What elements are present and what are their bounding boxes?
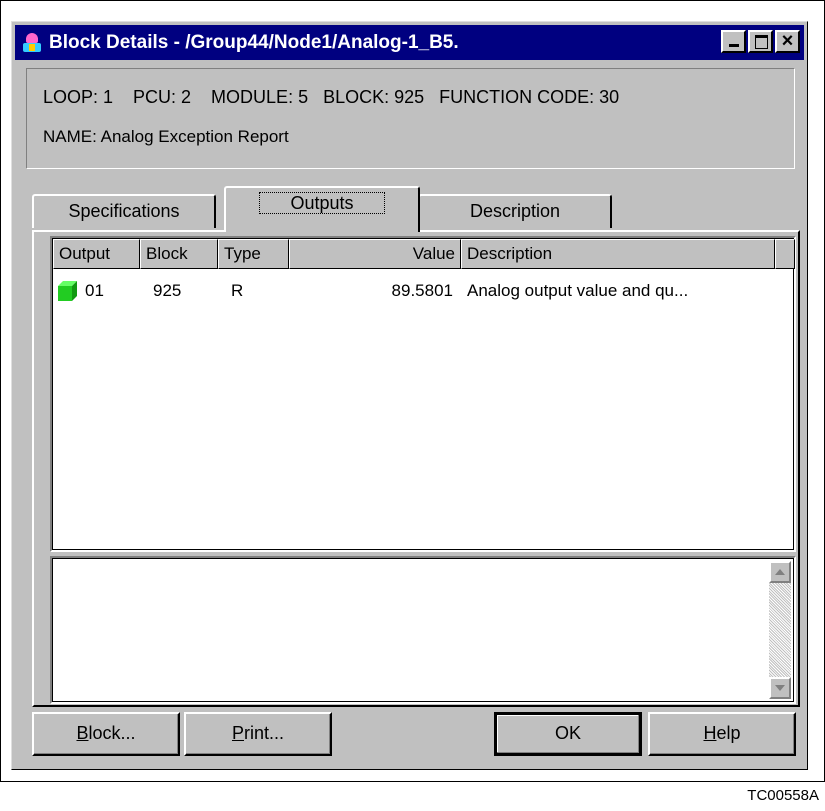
print-button-mnemonic: P — [231, 723, 244, 743]
block-details-dialog: Block Details - /Group44/Node1/Analog-1_… — [11, 21, 808, 770]
block-name-line: NAME: Analog Exception Report — [43, 127, 289, 146]
cell-value: 89.5801 — [391, 281, 453, 300]
block-details-app-icon — [21, 32, 43, 54]
green-cube-icon — [58, 281, 77, 301]
print-button[interactable]: Print... — [184, 712, 332, 756]
block-button[interactable]: Block... — [32, 712, 180, 756]
tab-specifications[interactable]: Specifications — [32, 194, 216, 228]
block-button-label: lock... — [88, 723, 136, 743]
cell-description: Analog output value and qu... — [467, 281, 689, 300]
tab-outputs-label: Outputs — [259, 192, 385, 214]
arrow-up-icon — [775, 569, 785, 575]
column-header-description[interactable]: Description — [461, 239, 775, 269]
scroll-down-button[interactable] — [769, 677, 791, 699]
column-header-output[interactable]: Output — [53, 239, 140, 269]
help-button[interactable]: Help — [648, 712, 796, 756]
close-button[interactable]: × — [775, 30, 800, 53]
cell-type: R — [231, 281, 244, 300]
tab-description-label: Description — [469, 201, 561, 221]
column-header-block[interactable]: Block — [140, 239, 218, 269]
outputs-tab-panel: Output Block Type Value Description 01 9… — [32, 230, 800, 707]
outputs-list[interactable]: Output Block Type Value Description 01 9… — [50, 236, 796, 552]
block-address-line: LOOP: 1 PCU: 2 MODULE: 5 BLOCK: 925 FUNC… — [43, 87, 620, 107]
window-title: Block Details - /Group44/Node1/Analog-1_… — [49, 31, 459, 53]
minimize-button[interactable] — [721, 30, 746, 53]
block-info-panel: LOOP: 1 PCU: 2 MODULE: 5 BLOCK: 925 FUNC… — [26, 68, 795, 169]
column-header-type[interactable]: Type — [218, 239, 289, 269]
tab-description[interactable]: Description — [418, 194, 612, 228]
ok-button[interactable]: OK — [494, 712, 642, 756]
block-button-mnemonic: B — [76, 723, 89, 743]
maximize-button[interactable] — [748, 30, 773, 53]
scroll-up-button[interactable] — [769, 561, 791, 583]
column-header-value[interactable]: Value — [289, 239, 461, 269]
title-bar[interactable]: Block Details - /Group44/Node1/Analog-1_… — [15, 25, 804, 60]
figure-code-label: TC00558A — [747, 787, 819, 804]
vertical-scrollbar[interactable] — [769, 561, 791, 699]
help-button-mnemonic: H — [703, 723, 717, 743]
print-button-label: rint... — [244, 723, 285, 743]
cell-output: 01 — [85, 281, 104, 300]
help-button-label: elp — [716, 723, 741, 743]
column-header-filler — [775, 239, 795, 269]
tab-outputs[interactable]: Outputs — [224, 186, 420, 232]
cell-block: 925 — [153, 281, 182, 300]
table-row[interactable]: 01 925 R 89.5801 Analog output value and… — [53, 279, 793, 305]
arrow-down-icon — [775, 685, 785, 691]
tab-specifications-label: Specifications — [68, 201, 180, 221]
description-textbox[interactable] — [50, 556, 796, 704]
